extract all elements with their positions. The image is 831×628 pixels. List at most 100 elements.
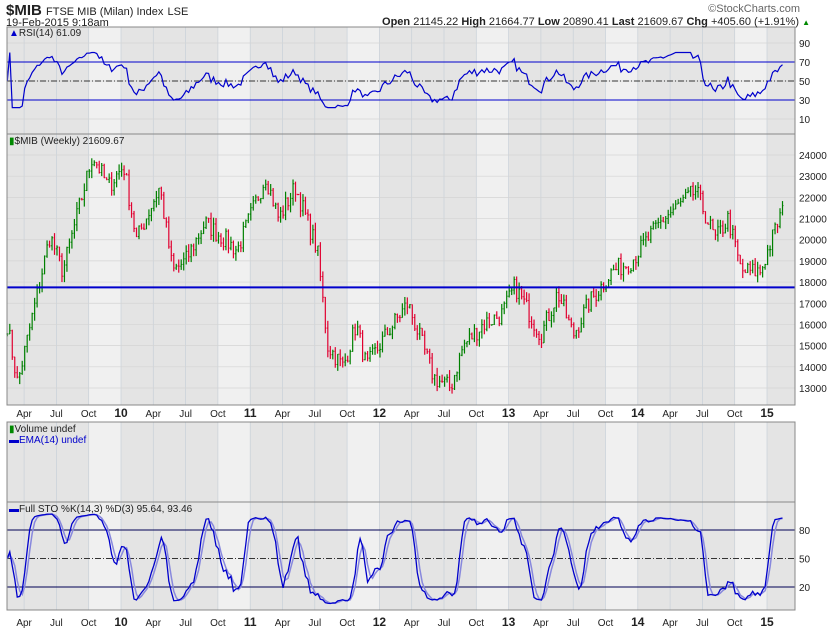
price-shade-band <box>250 134 348 405</box>
quote-summary: Open 21145.22 High 21664.77 Low 20890.41… <box>382 16 810 28</box>
price-tick-label: 20000 <box>799 236 827 247</box>
last-value: 21609.67 <box>637 16 684 28</box>
chart-canvas: 24000 23000 22000 21000 20000 19000 18000 17000… <box>6 26 827 628</box>
x-tick-label: Oct <box>210 618 226 628</box>
sto-legend: ▬Full STO %K(14,3) %D(3) 95.64, 93.46 <box>9 504 192 515</box>
price-tick-label: 13000 <box>799 384 827 395</box>
x-tick-label: 13 <box>502 406 516 420</box>
high-label: High <box>461 16 486 28</box>
x-tick-label: Jul <box>179 618 192 628</box>
x-tick-label: Apr <box>533 618 549 628</box>
low-value: 20890.41 <box>562 16 609 28</box>
sto-shade-band <box>121 502 218 610</box>
volume-shade-band <box>379 422 477 502</box>
x-tick-label: 10 <box>114 615 128 628</box>
x-tick-label: Jul <box>179 409 192 420</box>
chart-window: 24000 23000 22000 21000 20000 19000 18000 17000… <box>0 0 831 628</box>
ema-legend-icon: ▬ <box>9 435 19 446</box>
x-tick-label: Oct <box>598 409 614 420</box>
price-legend: ▮$MIB (Weekly) 21609.67 <box>9 136 124 147</box>
x-tick-label: Oct <box>339 618 355 628</box>
price-tick-label: 24000 <box>799 151 827 162</box>
rsi-tick-label: 10 <box>799 115 811 126</box>
x-tick-label: Jul <box>567 618 580 628</box>
x-tick-label: Apr <box>16 409 32 420</box>
x-tick-label: Oct <box>81 409 97 420</box>
rsi-legend: ▲RSI(14) 61.09 <box>9 28 81 39</box>
x-tick-label: Oct <box>81 618 97 628</box>
up-arrow-icon: ▲ <box>802 18 810 27</box>
x-tick-label: 15 <box>760 406 774 420</box>
x-tick-label: Apr <box>533 409 549 420</box>
x-tick-label: Apr <box>662 409 678 420</box>
x-tick-label: 13 <box>502 615 516 628</box>
x-tick-label: Jul <box>50 618 63 628</box>
rsi-label: RSI(14) 61.09 <box>18 28 82 39</box>
price-tick-label: 17000 <box>799 299 827 310</box>
price-tick-label: 15000 <box>799 342 827 353</box>
price-tick-label: 14000 <box>799 363 827 374</box>
x-tick-label: 11 <box>244 406 257 420</box>
x-tick-label: Apr <box>16 618 32 628</box>
x-tick-label: Apr <box>404 409 420 420</box>
x-tick-label: Jul <box>438 409 451 420</box>
price-tick-label: 19000 <box>799 257 827 268</box>
sto-tick-label: 50 <box>799 555 811 566</box>
ema-legend: ▬EMA(14) undef <box>9 435 86 446</box>
x-tick-label: 12 <box>373 406 387 420</box>
ema-label: EMA(14) undef <box>19 435 87 446</box>
last-label: Last <box>611 16 635 28</box>
x-tick-label: Apr <box>662 618 678 628</box>
price-shade-band <box>767 134 795 405</box>
x-tick-label: 12 <box>373 615 387 628</box>
volume-shade-band <box>767 422 795 502</box>
x-tick-label: Jul <box>567 409 580 420</box>
sto-tick-label: 80 <box>799 526 811 537</box>
price-tick-label: 22000 <box>799 193 827 204</box>
x-tick-label: Apr <box>275 618 291 628</box>
rsi-legend-icon: ▲ <box>9 28 19 39</box>
x-tick-label: Jul <box>308 618 321 628</box>
open-value: 21145.22 <box>413 16 459 28</box>
price-label: $MIB (Weekly) 21609.67 <box>14 136 125 147</box>
x-tick-label: Oct <box>469 618 485 628</box>
price-shade-band <box>508 134 606 405</box>
x-tick-label: 14 <box>631 615 645 628</box>
sto-shade-band <box>508 502 606 610</box>
x-tick-label: Jul <box>50 409 63 420</box>
volume-shade-band <box>121 422 218 502</box>
sto-legend-icon: ▬ <box>9 504 19 515</box>
x-tick-label: 15 <box>760 615 774 628</box>
brand-watermark: ©StockCharts.com <box>708 3 800 15</box>
price-shade-band <box>637 134 735 405</box>
chg-label: Chg <box>686 16 708 28</box>
open-label: Open <box>382 16 411 28</box>
volume-legend: ▮Volume undef <box>9 424 76 435</box>
x-tick-label: Oct <box>339 409 355 420</box>
volume-shade-band <box>637 422 735 502</box>
sto-tick-label: 20 <box>799 583 811 594</box>
x-tick-label: Jul <box>696 618 709 628</box>
price-shade-band <box>379 134 477 405</box>
low-label: Low <box>537 16 560 28</box>
rsi-tick-label: 30 <box>799 96 811 107</box>
rsi-tick-label: 70 <box>799 58 811 69</box>
x-tick-label: Oct <box>210 409 226 420</box>
volume-shade-band <box>508 422 606 502</box>
x-tick-label: Apr <box>146 409 162 420</box>
x-tick-label: Jul <box>696 409 709 420</box>
x-tick-label: Oct <box>727 409 743 420</box>
high-value: 21664.77 <box>488 16 535 28</box>
x-tick-label: Apr <box>275 409 291 420</box>
volume-shade-band <box>250 422 348 502</box>
x-tick-label: Oct <box>598 618 614 628</box>
x-tick-label: 11 <box>244 615 257 628</box>
x-tick-label: Apr <box>404 618 420 628</box>
volume-label: Volume undef <box>14 424 76 435</box>
price-shade-band <box>7 134 89 405</box>
x-tick-label: Apr <box>146 618 162 628</box>
x-tick-label: Jul <box>308 409 321 420</box>
price-tick-label: 18000 <box>799 278 827 289</box>
x-tick-label: Oct <box>727 618 743 628</box>
price-tick-label: 23000 <box>799 172 827 183</box>
